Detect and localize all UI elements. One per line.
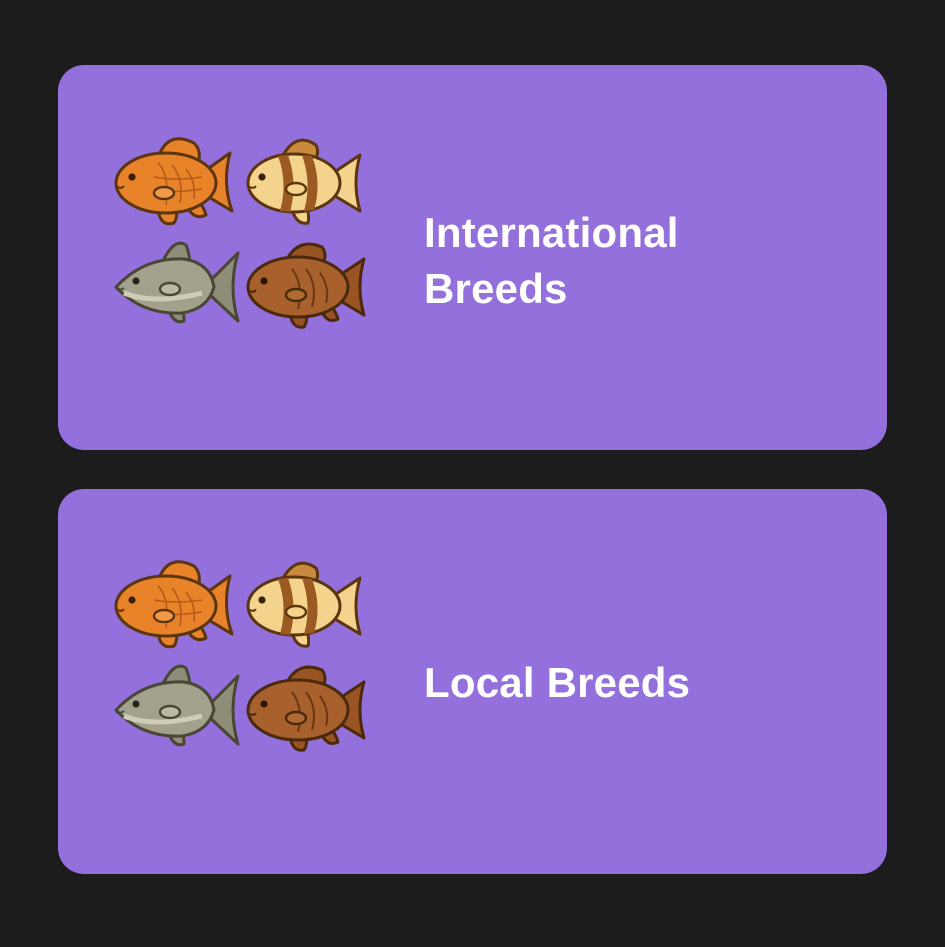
brown-fish-icon: [242, 658, 374, 762]
international-breeds-card[interactable]: International Breeds: [58, 65, 887, 450]
fish-group-icon: [110, 131, 372, 337]
goldfish-icon: [110, 131, 242, 235]
clownfish-icon: [242, 554, 374, 658]
goldfish-icon: [110, 554, 242, 658]
clownfish-icon: [242, 131, 374, 235]
card-label-international-breeds: International Breeds: [424, 209, 679, 312]
tuna-icon: [110, 658, 242, 762]
card-label-local-breeds: Local Breeds: [424, 659, 691, 706]
local-breeds-card[interactable]: Local Breeds: [58, 489, 887, 874]
fish-group-icon: [110, 554, 372, 760]
tuna-icon: [110, 235, 242, 339]
brown-fish-icon: [242, 235, 374, 339]
